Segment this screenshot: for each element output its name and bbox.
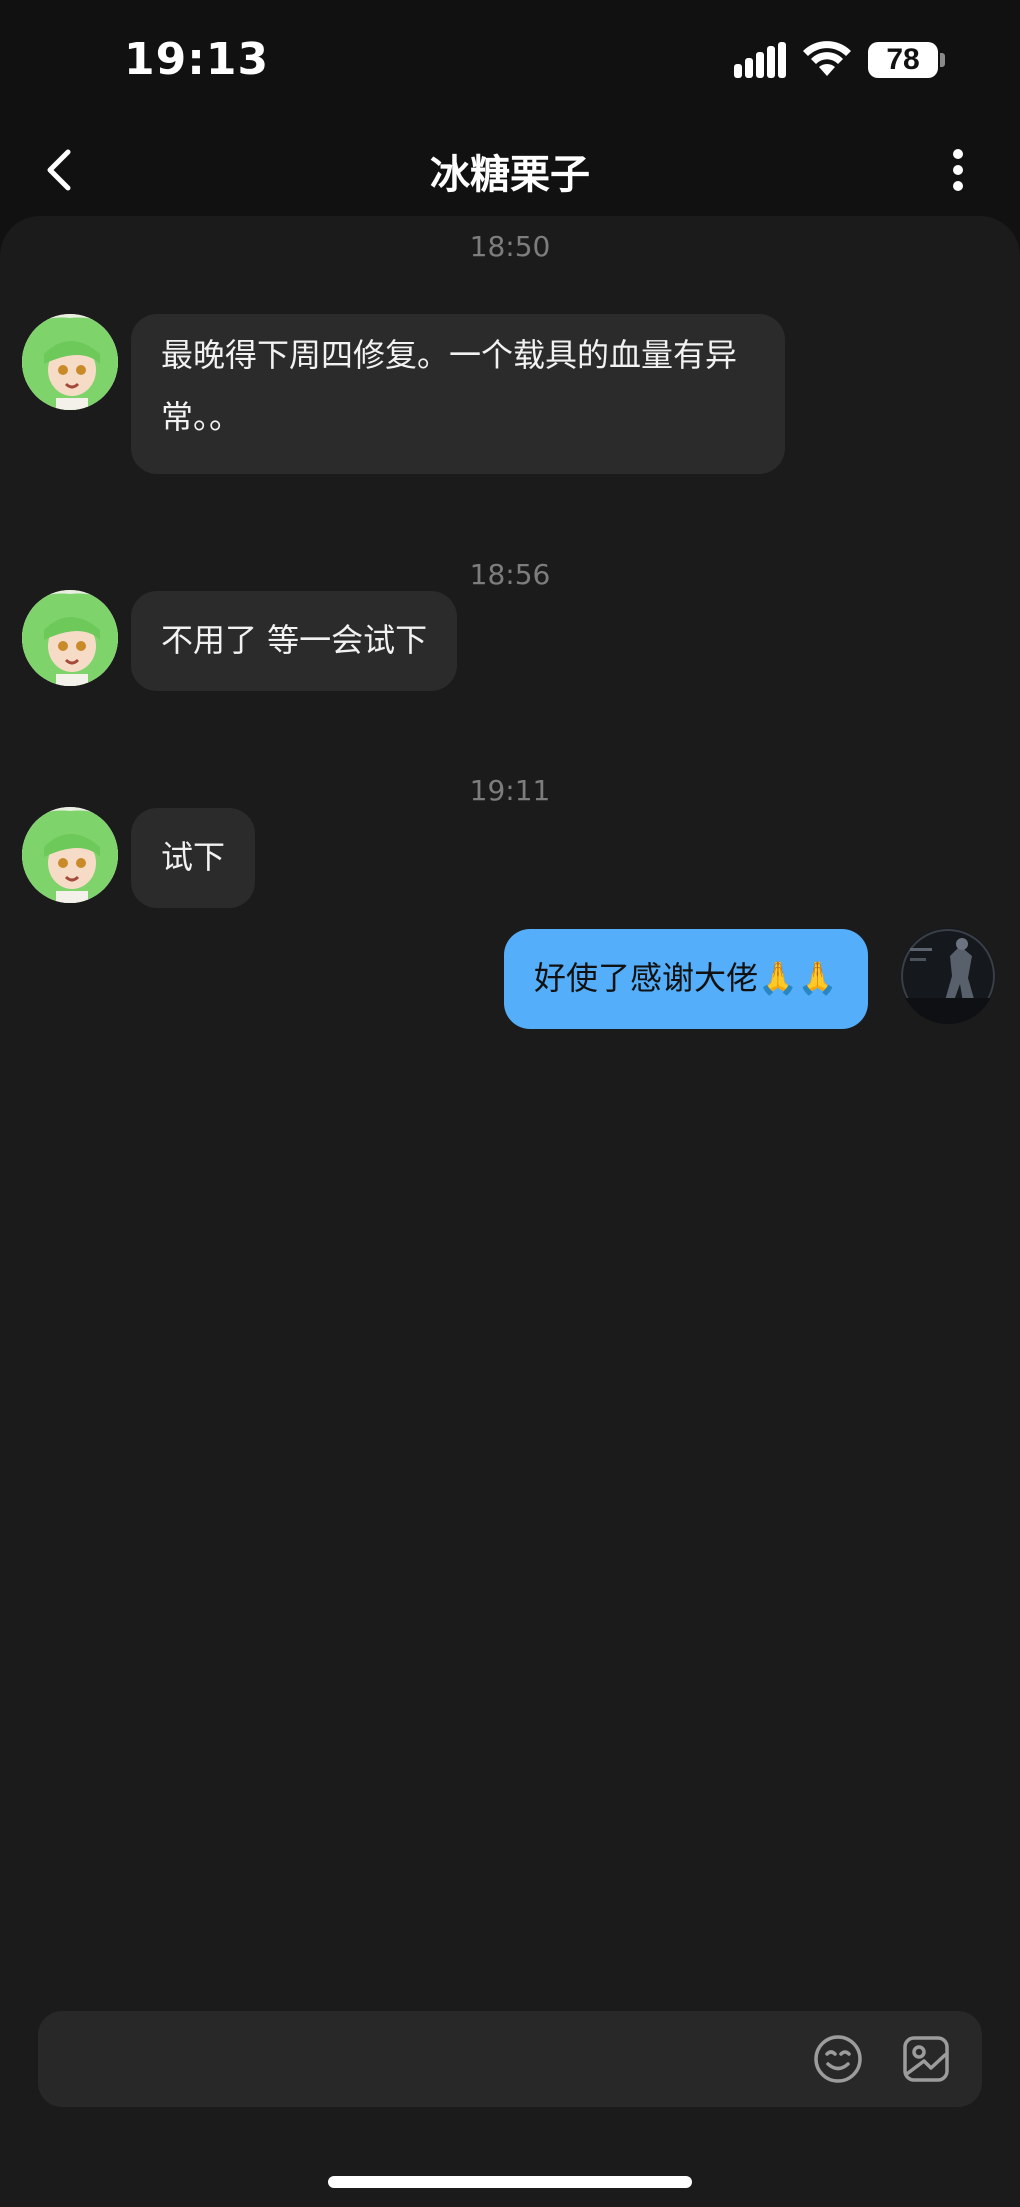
chat-header: 冰糖栗子 <box>0 120 1020 220</box>
message-bubble[interactable]: 试下 <box>131 808 256 908</box>
avatar[interactable] <box>900 928 996 1024</box>
timestamp: 19:11 <box>469 774 551 807</box>
user-avatar-image <box>900 928 996 1024</box>
status-time: 19:13 <box>124 34 270 85</box>
message-text: 试下 <box>161 838 226 876</box>
message-text: 常。。 <box>161 398 242 436</box>
message-bubble[interactable]: 最晚得下周四修复。一个载具的血量有异 常。。 <box>131 314 785 474</box>
battery-icon: 78 <box>868 42 938 78</box>
emoji-icon <box>814 2035 862 2083</box>
avatar[interactable] <box>22 590 118 686</box>
avatar[interactable] <box>22 314 118 410</box>
battery-tip <box>940 53 945 67</box>
wifi-icon <box>803 41 851 76</box>
message-text: 好使了感谢大佬🙏🙏 <box>534 959 838 997</box>
timestamp: 18:50 <box>469 230 551 263</box>
message-input-bar[interactable] <box>38 2011 982 2107</box>
message-text: 最晚得下周四修复。一个载具的血量有异 <box>161 336 738 374</box>
battery-level: 78 <box>886 43 920 76</box>
message-bubble[interactable]: 不用了 等一会试下 <box>131 591 458 691</box>
home-indicator <box>328 2176 692 2188</box>
more-vertical-icon <box>953 149 963 191</box>
contact-avatar-image <box>22 314 118 410</box>
chat-panel[interactable]: 18:50 最晚得下周四修复。一个载具的血量有异 常。。 18:56 不用了 等… <box>0 216 1020 2207</box>
emoji-button[interactable] <box>812 2033 864 2085</box>
chat-title: 冰糖栗子 <box>430 152 590 198</box>
more-button[interactable] <box>938 140 978 200</box>
contact-avatar-image <box>22 807 118 903</box>
avatar[interactable] <box>22 807 118 903</box>
contact-avatar-image <box>22 590 118 686</box>
signal-icon <box>734 42 786 78</box>
message-text: 不用了 等一会试下 <box>161 621 428 659</box>
message-bubble-outgoing[interactable]: 好使了感谢大佬🙏🙏 <box>504 929 868 1029</box>
sticker-button[interactable] <box>900 2033 952 2085</box>
message-input[interactable] <box>62 2031 782 2087</box>
sticker-icon <box>903 2036 949 2082</box>
status-bar: 19:13 78 <box>0 0 1020 120</box>
timestamp: 18:56 <box>469 558 551 591</box>
